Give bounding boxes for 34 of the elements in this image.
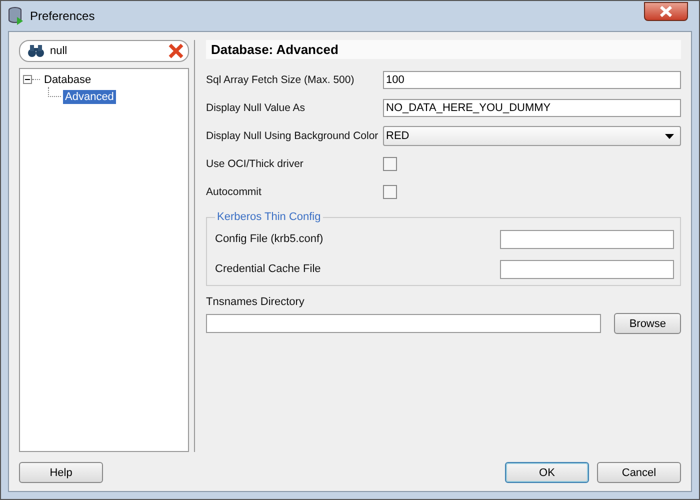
dropdown[interactable]: RED — [383, 126, 681, 146]
tree-item[interactable]: Database — [42, 72, 94, 86]
input-field[interactable] — [500, 230, 674, 248]
setting-label: Config File (krb5.conf) — [215, 233, 324, 245]
input-field[interactable]: NO_DATA_HERE_YOU_DUMMY — [383, 99, 681, 117]
checkbox[interactable] — [383, 185, 397, 199]
browse-button[interactable]: Browse — [614, 313, 681, 334]
input-field[interactable]: 100 — [383, 71, 681, 89]
window-title: Preferences — [30, 9, 96, 23]
setting-label: Display Null Value As — [206, 102, 306, 114]
setting-label: Credential Cache File — [215, 263, 321, 275]
setting-label: Autocommit — [206, 186, 262, 198]
search-bar[interactable]: null — [19, 40, 189, 62]
close-icon — [659, 6, 673, 17]
input-field[interactable] — [500, 260, 674, 278]
search-field[interactable]: null — [50, 45, 162, 57]
cancel-button[interactable]: Cancel — [597, 462, 681, 483]
group-title: Kerberos Thin Config — [216, 211, 322, 223]
setting-label: Tnsnames Directory — [206, 296, 306, 308]
ok-button[interactable]: OK — [505, 462, 589, 483]
tree-item[interactable]: Advanced — [63, 90, 116, 104]
caret-icon — [665, 134, 674, 138]
close-button[interactable] — [644, 2, 688, 21]
setting-label: Sql Array Fetch Size (Max. 500) — [206, 74, 356, 86]
input-field[interactable] — [206, 314, 602, 333]
setting-label: Display Null Using Background Color — [206, 130, 380, 142]
clear-icon[interactable] — [168, 43, 184, 59]
setting-label: Use OCI/Thick driver — [206, 158, 304, 170]
database-icon — [8, 7, 24, 25]
panel-heading: Database: Advanced — [206, 40, 681, 59]
binoculars-icon — [28, 44, 44, 58]
help-button[interactable]: Help — [19, 462, 103, 483]
checkbox[interactable] — [383, 157, 397, 171]
collapse-icon[interactable] — [23, 75, 32, 84]
